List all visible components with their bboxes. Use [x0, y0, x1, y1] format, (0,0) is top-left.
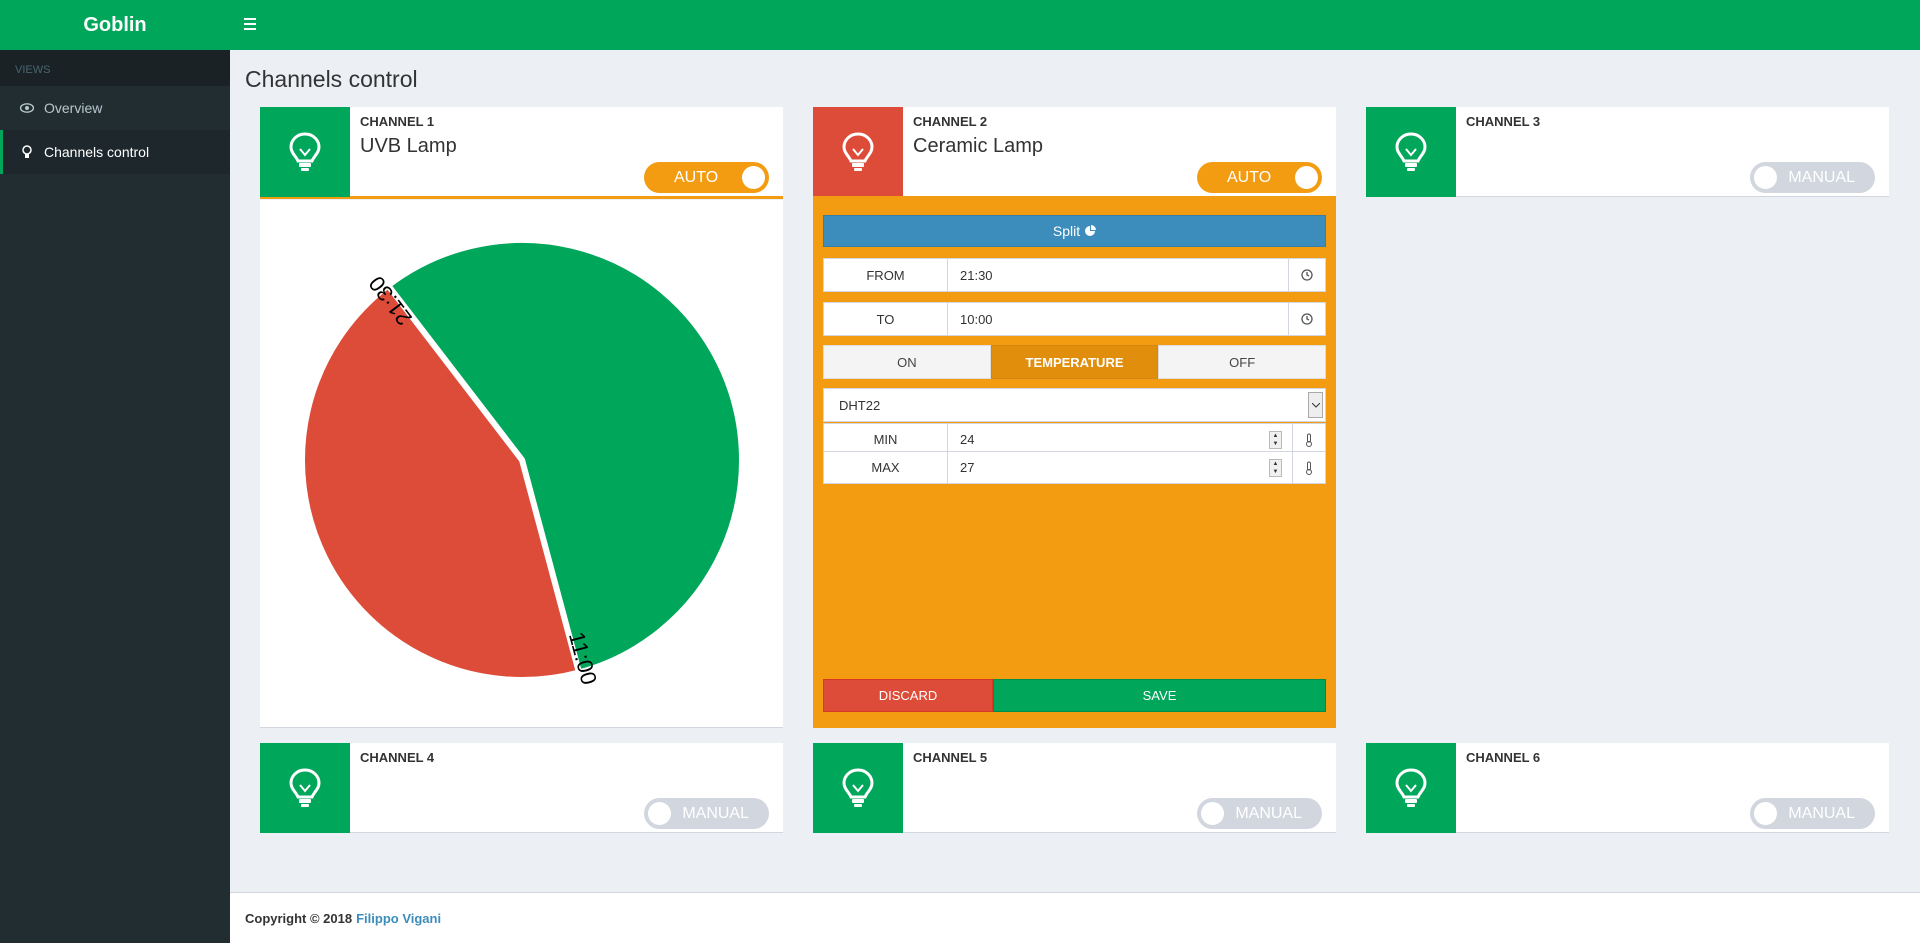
lightbulb-icon — [289, 132, 321, 171]
lightbulb-icon — [842, 768, 874, 807]
sidebar-item-overview[interactable]: Overview — [0, 86, 230, 130]
sensor-value: DHT22 — [839, 397, 881, 413]
to-label: TO — [824, 303, 948, 335]
mode-on-button[interactable]: ON — [823, 345, 991, 379]
split-label: Split — [1052, 223, 1081, 239]
mode-toggle[interactable]: AUTO — [644, 162, 769, 193]
lightbulb-icon — [289, 768, 321, 807]
max-temp-input[interactable]: 27 ▲ ▼ — [948, 452, 1292, 483]
toggle-label: MANUAL — [1788, 804, 1855, 822]
mode-toggle[interactable]: MANUAL — [1197, 798, 1322, 829]
clock-icon[interactable] — [1288, 259, 1325, 291]
split-button[interactable]: Split — [823, 215, 1326, 247]
save-button[interactable]: SAVE — [993, 679, 1326, 712]
mode-temperature-button[interactable]: TEMPERATURE — [990, 345, 1159, 379]
lightbulb-icon — [18, 145, 36, 159]
channel-card-2: CHANNEL 2 Ceramic Lamp AUTO — [813, 107, 1336, 197]
author-link[interactable]: Filippo Vigani — [356, 911, 441, 926]
toggle-knob — [648, 802, 671, 825]
toggle-label: AUTO — [1227, 168, 1272, 186]
channel-tile — [813, 743, 903, 833]
max-value: 27 — [960, 460, 975, 475]
number-spinner[interactable]: ▲ ▼ — [1269, 431, 1282, 449]
mode-button-group: ON TEMPERATURE OFF — [823, 345, 1327, 379]
sensor-select[interactable]: DHT22 — [823, 388, 1326, 422]
channel-label: CHANNEL 4 — [360, 750, 435, 765]
discard-button[interactable]: DISCARD — [823, 679, 993, 712]
channel-card-5: CHANNEL 5 MANUAL — [813, 743, 1336, 833]
top-navbar — [230, 0, 1920, 50]
channel-card-3: CHANNEL 3 MANUAL — [1366, 107, 1889, 197]
channel-label: CHANNEL 1 — [360, 114, 435, 129]
toggle-knob — [1201, 802, 1224, 825]
to-time-row: TO 10:00 — [823, 302, 1326, 336]
mode-toggle[interactable]: MANUAL — [1750, 162, 1875, 193]
sidebar-item-label: Channels control — [44, 144, 150, 160]
footer: Copyright © 2018 Filippo Vigani — [230, 892, 1920, 943]
lightbulb-icon — [842, 132, 874, 171]
schedule-pie-chart[interactable]: 21:3011:00 — [260, 200, 783, 728]
from-time-row: FROM 21:30 — [823, 258, 1326, 292]
mode-toggle[interactable]: MANUAL — [644, 798, 769, 829]
toggle-label: AUTO — [674, 168, 719, 186]
max-label: MAX — [824, 452, 948, 483]
channel-label: CHANNEL 5 — [913, 750, 988, 765]
app-logo[interactable]: Goblin — [0, 0, 230, 50]
schedule-chart-panel: 21:30 11:00 — [260, 200, 783, 728]
toggle-label: MANUAL — [1788, 168, 1855, 186]
toggle-label: MANUAL — [682, 804, 749, 822]
from-time-input[interactable]: 21:30 — [948, 259, 1288, 291]
toggle-label: MANUAL — [1235, 804, 1302, 822]
thermometer-icon — [1292, 452, 1325, 483]
schedule-editor-panel: Split FROM 21:30 TO 10:00 ON TEMPERATURE… — [813, 196, 1336, 728]
toggle-knob — [742, 166, 765, 189]
channel-name: Ceramic Lamp — [913, 135, 1044, 157]
channel-tile — [260, 107, 350, 197]
channel-card-4: CHANNEL 4 MANUAL — [260, 743, 783, 833]
channel-label: CHANNEL 3 — [1466, 114, 1541, 129]
eye-icon — [18, 103, 36, 113]
sidebar-header: VIEWS — [0, 50, 230, 86]
toggle-knob — [1754, 166, 1777, 189]
copyright-text: Copyright © 2018 — [245, 910, 353, 926]
min-value: 24 — [960, 432, 975, 447]
pie-chart-icon — [1085, 225, 1097, 236]
toggle-knob — [1754, 802, 1777, 825]
toggle-knob — [1295, 166, 1318, 189]
from-label: FROM — [824, 259, 948, 291]
channel-label: CHANNEL 6 — [1466, 750, 1541, 765]
number-spinner[interactable]: ▲ ▼ — [1269, 459, 1282, 477]
channel-tile — [1366, 743, 1456, 833]
mode-toggle[interactable]: AUTO — [1197, 162, 1322, 193]
sidebar: Goblin VIEWS Overview Channels control — [0, 0, 230, 943]
channel-tile — [813, 107, 903, 197]
lightbulb-icon — [1395, 768, 1427, 807]
channel-label: CHANNEL 2 — [913, 114, 988, 129]
sidebar-item-label: Overview — [44, 100, 103, 116]
clock-icon[interactable] — [1288, 303, 1325, 335]
to-time-input[interactable]: 10:00 — [948, 303, 1288, 335]
sidebar-item-channels-control[interactable]: Channels control — [0, 130, 230, 174]
channel-card-6: CHANNEL 6 MANUAL — [1366, 743, 1889, 833]
lightbulb-icon — [1395, 132, 1427, 171]
hamburger-menu-icon[interactable] — [244, 15, 264, 35]
channel-card-1: CHANNEL 1 UVB Lamp AUTO — [260, 107, 783, 199]
chevron-down-icon — [1308, 392, 1323, 418]
channel-name: UVB Lamp — [360, 135, 457, 157]
page-title: Channels control — [245, 66, 418, 92]
channel-tile — [260, 743, 350, 833]
mode-toggle[interactable]: MANUAL — [1750, 798, 1875, 829]
channel-tile — [1366, 107, 1456, 197]
max-temp-row: MAX 27 ▲ ▼ — [823, 451, 1326, 484]
mode-off-button[interactable]: OFF — [1158, 345, 1327, 379]
